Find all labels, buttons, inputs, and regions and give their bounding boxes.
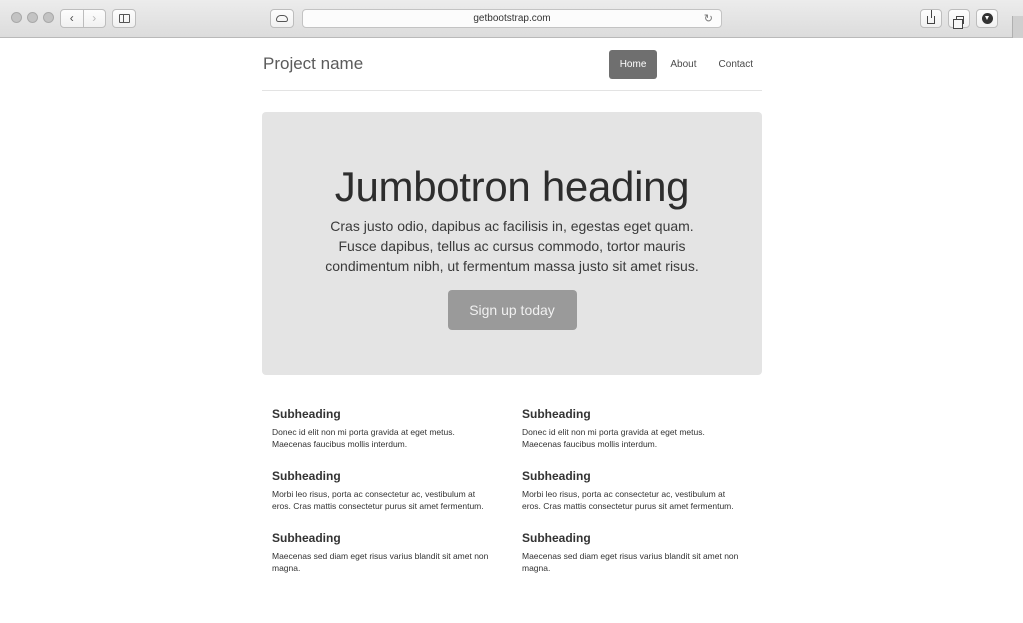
downloads-button[interactable]: [976, 9, 998, 28]
sidebar-icon: [118, 14, 130, 23]
page-container: Project name Home About Contact Jumbotro…: [262, 38, 762, 574]
new-tab-edge[interactable]: [1012, 16, 1023, 38]
nav-about[interactable]: About: [661, 50, 705, 79]
main-nav: Home About Contact: [608, 49, 762, 79]
brand-title: Project name: [263, 54, 364, 73]
nav-contact[interactable]: Contact: [710, 50, 762, 79]
minimize-window-button[interactable]: [27, 12, 38, 23]
subheading: Subheading: [522, 531, 591, 545]
cloud-tabs-button[interactable]: [270, 9, 294, 28]
browser-toolbar: ‹ › getbootstrap.com ↻: [0, 0, 1023, 38]
download-icon: [981, 13, 993, 24]
marketing-item: Subheading Donec id elit non mi porta gr…: [262, 406, 512, 450]
site-header: Project name Home About Contact: [262, 38, 762, 91]
marketing-item: Subheading Maecenas sed diam eget risus …: [512, 530, 762, 574]
close-window-button[interactable]: [11, 12, 22, 23]
show-tabs-button[interactable]: [948, 9, 970, 29]
jumbotron: Jumbotron heading Cras justo odio, dapib…: [262, 112, 762, 375]
marketing-text: Donec id elit non mi porta gravida at eg…: [272, 427, 455, 449]
marketing-text: Maecenas sed diam eget risus varius blan…: [272, 551, 489, 573]
marketing-text: Maecenas sed diam eget risus varius blan…: [522, 551, 739, 573]
marketing-item: Subheading Morbi leo risus, porta ac con…: [262, 468, 512, 512]
subheading: Subheading: [522, 407, 591, 421]
jumbotron-heading: Jumbotron heading: [334, 163, 690, 210]
sign-up-button[interactable]: Sign up today: [447, 290, 577, 330]
subheading: Subheading: [272, 407, 341, 421]
share-icon: [927, 10, 935, 24]
subheading: Subheading: [522, 469, 591, 483]
back-icon[interactable]: ‹: [61, 10, 83, 27]
marketing-item: Subheading Donec id elit non mi porta gr…: [512, 406, 762, 450]
share-button[interactable]: [920, 9, 942, 28]
reload-icon[interactable]: ↻: [704, 12, 713, 25]
history-nav: ‹ ›: [60, 9, 106, 28]
marketing-grid: Subheading Donec id elit non mi porta gr…: [262, 406, 762, 574]
zoom-window-button[interactable]: [43, 12, 54, 23]
marketing-item: Subheading Morbi leo risus, porta ac con…: [512, 468, 762, 512]
marketing-text: Morbi leo risus, porta ac consectetur ac…: [272, 489, 484, 511]
marketing-text: Donec id elit non mi porta gravida at eg…: [522, 427, 705, 449]
subheading: Subheading: [272, 531, 341, 545]
subheading: Subheading: [272, 469, 341, 483]
jumbotron-lead: Cras justo odio, dapibus ac facilisis in…: [325, 218, 699, 274]
nav-home[interactable]: Home: [608, 49, 658, 79]
forward-icon[interactable]: ›: [82, 10, 106, 27]
tabs-icon: [953, 15, 964, 29]
marketing-text: Morbi leo risus, porta ac consectetur ac…: [522, 489, 734, 511]
sidebar-toggle-button[interactable]: [112, 9, 136, 28]
cloud-icon: [276, 15, 288, 22]
marketing-item: Subheading Maecenas sed diam eget risus …: [262, 530, 512, 574]
window-controls: [11, 12, 54, 23]
url-text: getbootstrap.com: [473, 13, 551, 24]
address-bar[interactable]: getbootstrap.com ↻: [302, 9, 722, 28]
